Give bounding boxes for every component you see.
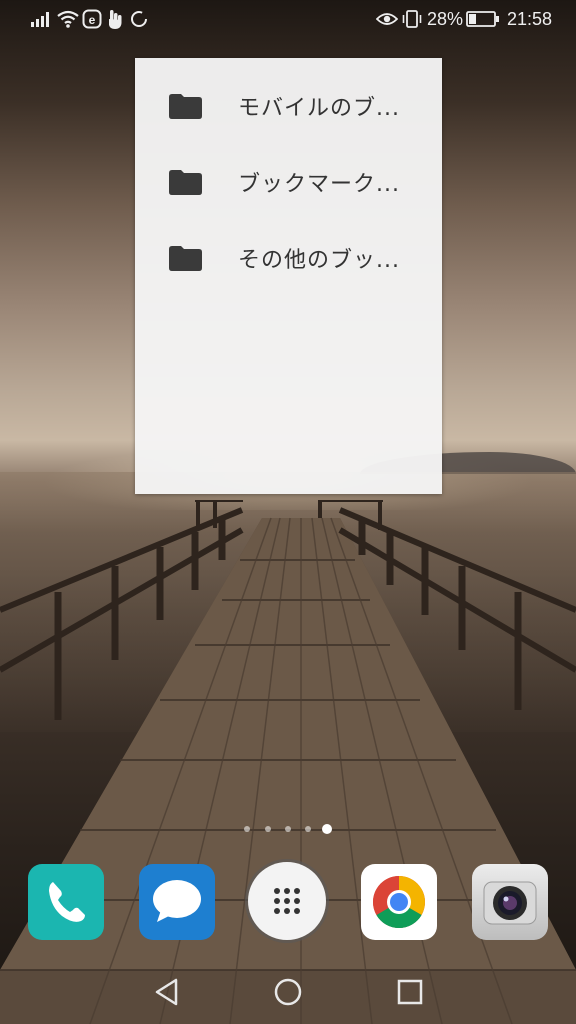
folder-icon (169, 246, 202, 271)
loading-icon (131, 11, 147, 27)
clock: 21:58 (507, 9, 553, 29)
chrome-app[interactable] (361, 864, 437, 940)
e-app-icon: e (82, 9, 102, 29)
bookmark-folder-label: モバイルのブ... (238, 96, 400, 121)
status-bar: e 28% 21:58 (0, 0, 576, 40)
pier-illustration (0, 500, 576, 1024)
messages-app[interactable] (139, 864, 215, 940)
wifi-icon (57, 10, 79, 28)
bookmark-widget: モバイルのブ... ブックマーク... その他のブッ... (135, 58, 442, 494)
bookmark-folder-item[interactable]: モバイルのブ... (135, 68, 442, 128)
hand-icon (109, 10, 122, 29)
bookmark-folder-item[interactable]: その他のブッ... (135, 220, 442, 280)
recents-icon[interactable] (395, 976, 425, 1008)
camera-app[interactable] (472, 864, 548, 940)
back-icon[interactable] (152, 976, 182, 1008)
page-dot[interactable] (265, 826, 271, 832)
phone-app[interactable] (28, 864, 104, 940)
folder-icon (169, 170, 202, 195)
home-icon[interactable] (273, 976, 303, 1008)
bookmark-folder-label: ブックマーク... (238, 172, 400, 197)
page-dot[interactable] (285, 826, 291, 832)
camera-icon (483, 881, 537, 925)
grid-icon (274, 888, 300, 914)
page-indicator[interactable] (242, 823, 338, 835)
bookmark-folder-label: その他のブッ... (238, 248, 400, 273)
eye-icon (376, 13, 398, 25)
battery-icon (466, 11, 499, 27)
page-dot[interactable] (305, 826, 311, 832)
folder-icon (169, 94, 202, 119)
svg-text:e: e (89, 13, 96, 27)
page-dot-active[interactable] (322, 824, 332, 834)
bookmark-folder-item[interactable]: ブックマーク... (135, 144, 442, 204)
phone-icon (49, 882, 85, 922)
chrome-icon (373, 876, 425, 928)
page-dot[interactable] (244, 826, 250, 832)
app-drawer[interactable] (248, 862, 326, 940)
signal-icon (31, 12, 49, 27)
vibrate-icon (402, 10, 422, 28)
message-bubble-icon (153, 880, 201, 922)
battery-percent: 28% (427, 9, 464, 29)
